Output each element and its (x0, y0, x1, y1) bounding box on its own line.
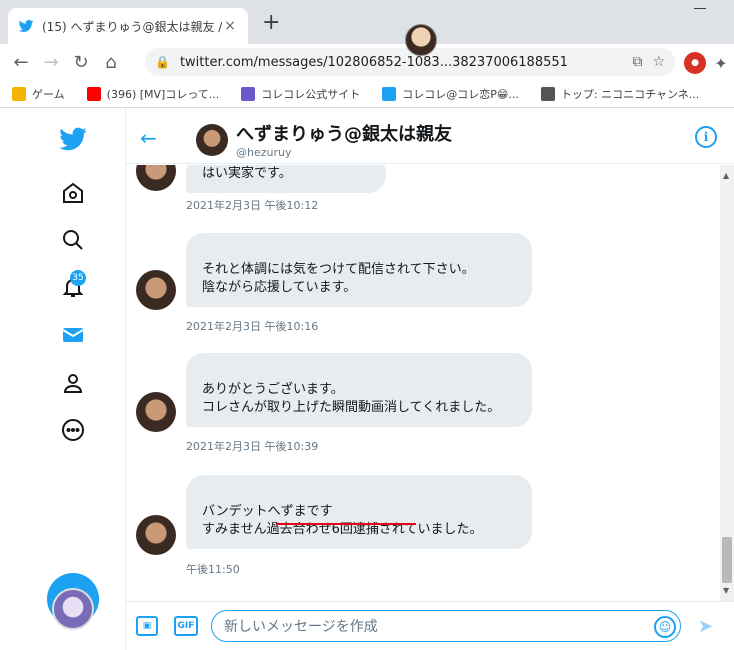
tab-title: (15) へずまりゅう@銀太は親友 / Tw (42, 19, 222, 34)
message-timestamp: 2021年2月3日 午後10:12 (186, 199, 319, 212)
tab-close-icon[interactable]: × (222, 18, 238, 34)
conversation-header: ← へずまりゅう@銀太は親友 @hezuruy i (126, 108, 734, 164)
bookmark-star-icon[interactable]: ☆ (652, 54, 665, 70)
sender-avatar[interactable] (136, 270, 176, 310)
message-bubble: はい実家です。 (186, 165, 386, 193)
highlight-underline (276, 523, 416, 525)
sender-avatar[interactable] (136, 392, 176, 432)
twitter-sidebar: 35 ✒ (0, 108, 125, 650)
niconico-icon (540, 86, 555, 101)
browser-tabbar: (15) へずまりゅう@銀太は親友 / Tw × + (0, 0, 734, 44)
message-bubble: ありがとうございます。 コレさんが取り上げた瞬間動画消してくれました。 (186, 353, 532, 427)
conversation-panel: ← へずまりゅう@銀太は親友 @hezuruy i はい実家です。 2021年2… (125, 108, 734, 650)
home-icon[interactable]: ⌂ (96, 52, 126, 73)
bookmark-item[interactable]: トップ: ニコニコチャンネ... (540, 86, 699, 102)
message-text: はい実家です。 (202, 166, 292, 181)
message-bubble: バンデットへずまです すみません過去合わせ6回逮捕されていました。 (186, 475, 532, 549)
gif-icon[interactable]: GIF (174, 616, 198, 636)
new-tab-button[interactable]: + (262, 12, 280, 34)
back-arrow-icon[interactable]: ← (140, 126, 157, 150)
browser-tab[interactable]: (15) へずまりゅう@銀太は親友 / Tw × (8, 8, 248, 44)
contact-name: へずまりゅう@銀太は親友 (236, 124, 452, 145)
twitter-logo-icon[interactable] (56, 122, 90, 156)
more-options-icon[interactable] (56, 413, 90, 447)
message-timestamp: 午後11:50 (186, 563, 240, 576)
streamer-avatar-overlay (405, 24, 437, 56)
window-minimize-button[interactable] (694, 8, 706, 9)
message-input[interactable]: 新しいメッセージを作成 (211, 610, 681, 642)
youtube-icon (86, 86, 101, 101)
message-list: はい実家です。 2021年2月3日 午後10:12 それと体調には気をつけて配信… (126, 165, 734, 601)
reload-icon[interactable]: ↻ (66, 52, 96, 73)
scroll-up-arrow-icon[interactable]: ▲ (723, 171, 729, 180)
message-text: それと体調には気をつけて配信されて下さい。 陰ながら応援しています。 (202, 262, 475, 295)
contact-avatar[interactable] (196, 124, 228, 156)
url-text: twitter.com/messages/102806852-1083...38… (179, 54, 568, 70)
send-icon[interactable]: ➤ (698, 616, 713, 637)
messages-mail-icon[interactable] (56, 318, 90, 352)
scroll-down-arrow-icon[interactable]: ▼ (723, 586, 729, 595)
message-scrollbar[interactable]: ▲ ▼ (720, 165, 734, 601)
back-arrow-icon[interactable]: ← (6, 52, 36, 73)
message-text: バンデットへずまです すみません過去合わせ6回逮捕されていました。 (202, 504, 483, 537)
emoji-icon[interactable]: ☺ (654, 616, 676, 638)
extensions-puzzle-icon[interactable]: ✦ (710, 52, 732, 74)
bookmarks-bar: ゲーム (396) [MV]コレって... コレコレ公式サイト コレコレ@コレ恋… (0, 80, 734, 108)
conversation-info-icon[interactable]: i (695, 126, 717, 148)
sender-avatar[interactable] (136, 165, 176, 191)
site-icon (241, 86, 256, 101)
bookmark-item[interactable]: (396) [MV]コレって... (86, 86, 219, 102)
twitter-icon (18, 19, 34, 32)
profile-icon[interactable] (56, 366, 90, 400)
message-text: ありがとうございます。 コレさんが取り上げた瞬間動画消してくれました。 (202, 382, 501, 415)
bookmark-item[interactable]: コレコレ公式サイト (241, 86, 360, 102)
sender-avatar[interactable] (136, 515, 176, 555)
install-icon[interactable]: ⧉ (632, 54, 642, 70)
browser-toolbar: ← → ↻ ⌂ 🔒 twitter.com/messages/102806852… (0, 44, 734, 80)
bookmark-item[interactable]: コレコレ@コレ恋P😁... (382, 86, 519, 102)
extension-profile-icon[interactable]: ● (684, 52, 706, 74)
explore-search-icon[interactable] (56, 223, 90, 257)
folder-icon (12, 86, 26, 101)
forward-arrow-icon[interactable]: → (36, 52, 66, 73)
message-bubble: それと体調には気をつけて配信されて下さい。 陰ながら応援しています。 (186, 233, 532, 307)
message-timestamp: 2021年2月3日 午後10:39 (186, 440, 319, 453)
notifications-badge: 35 (70, 270, 86, 286)
twitter-icon (382, 86, 397, 101)
bookmark-item[interactable]: ゲーム (12, 86, 65, 102)
home-icon[interactable] (56, 176, 90, 210)
account-avatar[interactable] (52, 588, 94, 630)
lock-icon: 🔒 (155, 55, 170, 69)
image-upload-icon[interactable]: ▣ (136, 616, 158, 636)
message-timestamp: 2021年2月3日 午後10:16 (186, 320, 319, 333)
scrollbar-thumb[interactable] (722, 537, 732, 583)
message-composer: ▣ GIF 新しいメッセージを作成 ☺ ➤ (126, 601, 734, 650)
contact-handle: @hezuruy (236, 146, 292, 159)
